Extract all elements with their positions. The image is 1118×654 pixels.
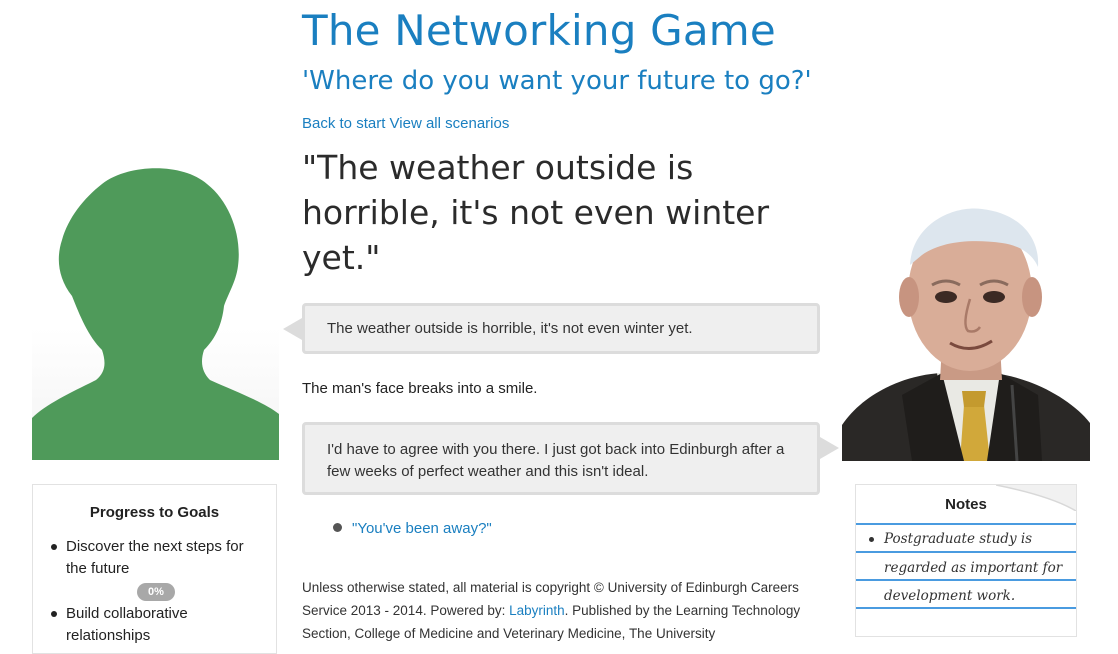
goal-progress-badge: 0% <box>137 583 175 601</box>
progress-panel: Progress to Goals Discover the next step… <box>32 484 277 654</box>
response-option-label[interactable]: "You've been away?" <box>352 520 492 537</box>
player-silhouette-image <box>32 166 279 460</box>
labyrinth-link[interactable]: Labyrinth <box>509 603 565 618</box>
page-subtitle: 'Where do you want your future to go?' <box>302 66 812 96</box>
progress-title: Progress to Goals <box>89 504 220 521</box>
footer: Unless otherwise stated, all material is… <box>302 576 822 645</box>
response-option[interactable]: "You've been away?" <box>333 520 492 537</box>
goal-item: Build collaborative relationships <box>51 603 266 647</box>
scene-quote: "The weather outside is horrible, it's n… <box>302 148 770 277</box>
player-speech-text: The weather outside is horrible, it's no… <box>327 320 693 337</box>
npc-portrait-image <box>842 195 1090 462</box>
npc-speech-bubble: I'd have to agree with you there. I just… <box>302 422 839 495</box>
goal-item: Discover the next steps for the future <box>51 536 266 580</box>
nav-links: Back to start View all scenarios <box>302 115 509 132</box>
narration-text: The man's face breaks into a smile. <box>302 380 538 397</box>
view-all-scenarios-link[interactable]: View all scenarios <box>390 115 510 132</box>
npc-speech-text: I'd have to agree with you there. I just… <box>327 441 785 480</box>
old-man-icon <box>842 195 1090 462</box>
silhouette-icon <box>32 166 279 460</box>
notes-panel: Notes Postgraduate study is regarded as … <box>855 484 1077 637</box>
bullet-icon <box>333 523 342 532</box>
page-title: The Networking Game <box>302 6 776 55</box>
player-speech-bubble: The weather outside is horrible, it's no… <box>283 303 820 354</box>
note-item: Postgraduate study is regarded as import… <box>869 525 1064 611</box>
back-to-start-link[interactable]: Back to start <box>302 115 385 132</box>
notes-title: Notes <box>945 496 987 513</box>
